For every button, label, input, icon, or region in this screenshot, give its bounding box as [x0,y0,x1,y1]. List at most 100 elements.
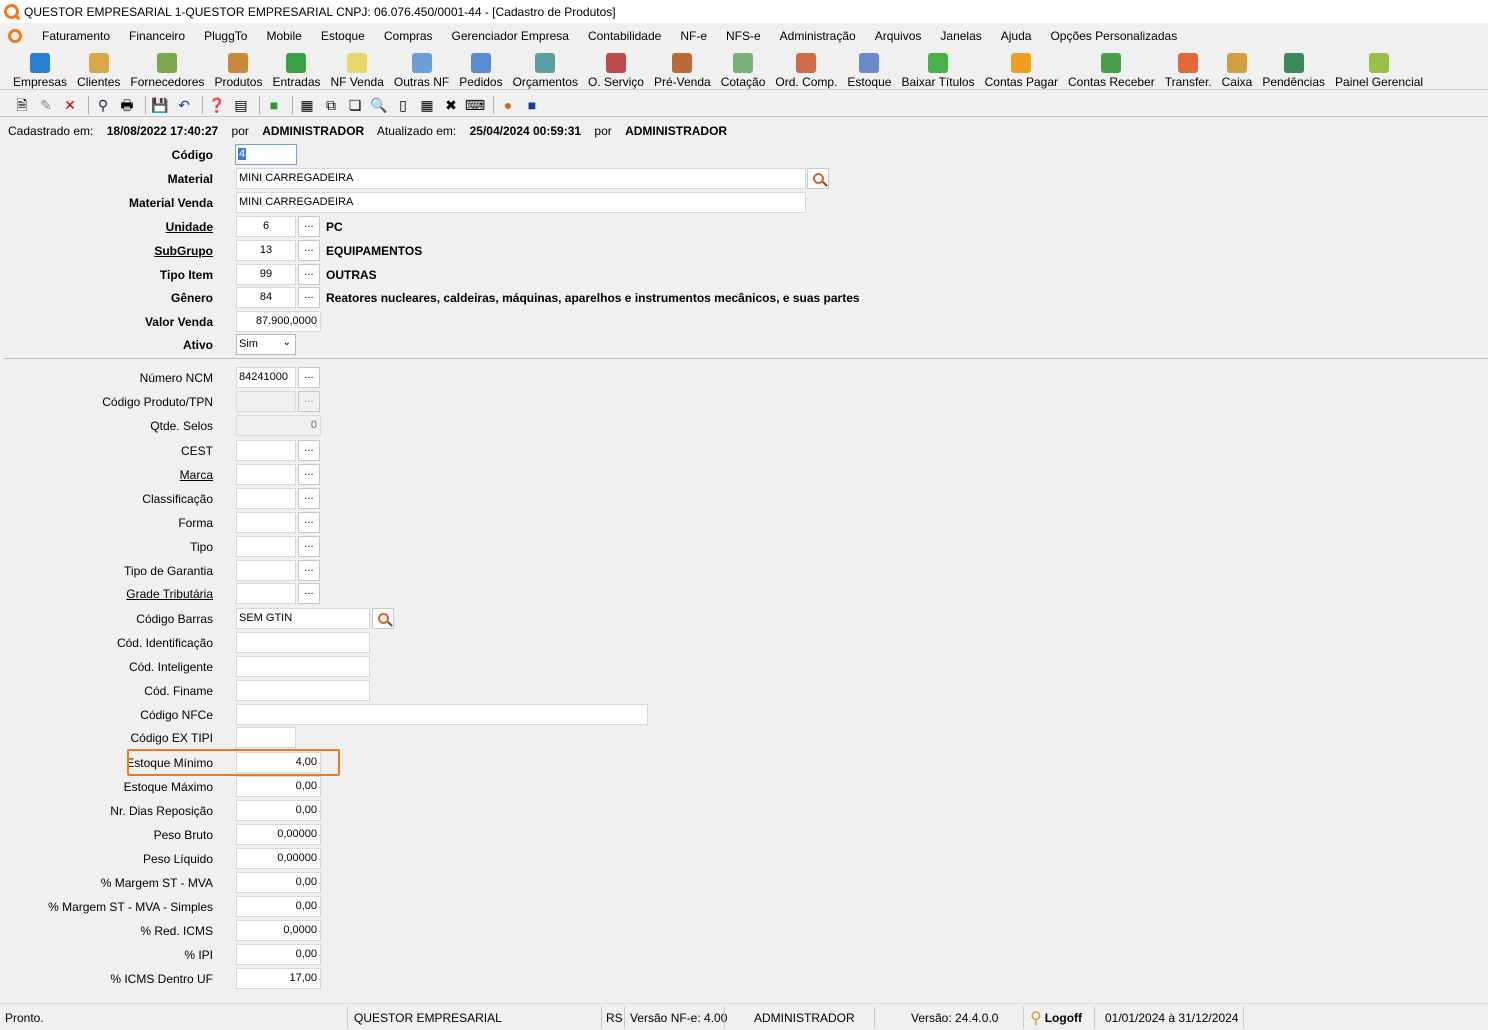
toolbar-button-ord-comp-[interactable]: Ord. Comp. [770,51,842,89]
copy-record-icon[interactable]: ⧉ [321,95,341,115]
menu-administracao[interactable]: Administração [770,29,865,43]
toolbar-button-contas-pagar[interactable]: Contas Pagar [980,51,1063,89]
tipo-garantia-lookup-button[interactable]: ... [298,560,320,581]
toolbar-button-pr-venda[interactable]: Pré-Venda [649,51,716,89]
cod-inteligente-field[interactable] [236,656,370,677]
toolbar-button-pend-ncias[interactable]: Pendências [1257,51,1330,89]
tipo-lookup-button[interactable]: ... [298,536,320,557]
delete-record-icon[interactable]: ✕ [60,95,80,115]
menu-nfse[interactable]: NFS-e [716,29,770,43]
grade-tributaria-lookup-button[interactable]: ... [298,583,320,604]
codigo-produto-tpn-lookup-button[interactable]: ... [298,391,320,412]
toolbar-button-nf-venda[interactable]: NF Venda [326,51,389,89]
toolbar-button-cota-o[interactable]: Cotação [716,51,771,89]
tipo-item-lookup-button[interactable]: ... [298,264,320,285]
menu-pluggto[interactable]: PluggTo [194,29,256,43]
calculator-icon[interactable]: ▦ [417,95,437,115]
menu-opcoes-personalizadas[interactable]: Opções Personalizadas [1040,29,1186,43]
toolbar-button-entradas[interactable]: Entradas [267,51,325,89]
toolbar-button-transfer-[interactable]: Transfer. [1160,51,1217,89]
menu-gerenciador-empresa[interactable]: Gerenciador Empresa [442,29,578,43]
codigo-ex-tipi-field[interactable] [236,727,296,748]
material-venda-field[interactable]: MINI CARREGADEIRA [236,192,806,213]
classificacao-lookup-button[interactable]: ... [298,488,320,509]
menu-faturamento[interactable]: Faturamento [32,29,119,43]
unidade-label[interactable]: Unidade [166,220,213,234]
codigo-barras-field[interactable]: SEM GTIN [236,608,370,629]
green-dot-icon[interactable]: ■ [264,95,284,115]
new-record-icon[interactable]: 🗎 [12,95,32,115]
cest-lookup-button[interactable]: ... [298,440,320,461]
subgrupo-field[interactable]: 13 [236,240,296,261]
margem-st-mva-field[interactable]: 0,00 [236,872,321,893]
forma-lookup-button[interactable]: ... [298,512,320,533]
ativo-select[interactable]: Sim ⌄ [236,334,296,355]
toolbar-button-contas-receber[interactable]: Contas Receber [1063,51,1160,89]
toolbar-button-fornecedores[interactable]: Fornecedores [125,51,209,89]
form-view-icon[interactable]: ▤ [231,95,251,115]
valor-venda-field[interactable]: 87.900,0000 [236,311,321,332]
marca-field[interactable] [236,464,296,485]
marca-label[interactable]: Marca [180,468,213,482]
codigo-barras-search-button[interactable] [372,608,394,629]
numero-ncm-lookup-button[interactable]: ... [298,367,320,388]
material-field[interactable]: MINI CARREGADEIRA [236,168,806,189]
menu-ajuda[interactable]: Ajuda [991,29,1041,43]
barcode-icon[interactable]: ▯ [393,95,413,115]
peso-bruto-field[interactable]: 0,00000 [236,824,321,845]
toolbar-button-caixa[interactable]: Caixa [1217,51,1258,89]
toolbar-button-baixar-t-tulos[interactable]: Baixar Títulos [896,51,979,89]
layout-menu-icon[interactable]: ▦ [297,95,317,115]
toolbar-button-painel-gerencial[interactable]: Painel Gerencial [1330,51,1428,89]
codigo-nfce-field[interactable] [236,704,648,725]
print-icon[interactable]: 🖶 [117,95,137,115]
toolbar-button-or-amentos[interactable]: Orçamentos [508,51,583,89]
menu-nfe[interactable]: NF-e [670,29,716,43]
book-icon[interactable]: ■ [522,95,542,115]
genero-lookup-button[interactable]: ... [298,287,320,308]
questor-menu-icon[interactable] [8,28,22,43]
cest-field[interactable] [236,440,296,461]
subgrupo-label[interactable]: SubGrupo [154,244,213,258]
toolbar-button-empresas[interactable]: Empresas [8,51,72,89]
estoque-maximo-field[interactable]: 0,00 [236,776,321,797]
marca-lookup-button[interactable]: ... [298,464,320,485]
menu-janelas[interactable]: Janelas [930,29,990,43]
menu-compras[interactable]: Compras [374,29,442,43]
logoff-button[interactable]: ⚲ Logoff [1030,1004,1082,1030]
user-icon[interactable]: ● [498,95,518,115]
numero-ncm-field[interactable]: 84241000 [236,367,296,388]
grade-tributaria-label[interactable]: Grade Tributária [126,587,213,601]
ipi-field[interactable]: 0,00 [236,944,321,965]
toolbar-button-pedidos[interactable]: Pedidos [454,51,507,89]
margem-st-mva-simples-field[interactable]: 0,00 [236,896,321,917]
subgrupo-lookup-button[interactable]: ... [298,240,320,261]
tipo-garantia-field[interactable] [236,560,296,581]
edit-record-icon[interactable]: ✎ [36,95,56,115]
unidade-field[interactable]: 6 [236,216,296,237]
material-search-button[interactable] [807,168,829,189]
help-icon[interactable]: ❓ [207,95,227,115]
cod-identificacao-field[interactable] [236,632,370,653]
toolbar-button-estoque[interactable]: Estoque [842,51,896,89]
toolbar-button-clientes[interactable]: Clientes [72,51,125,89]
find-icon[interactable]: ⚲ [93,95,113,115]
menu-arquivos[interactable]: Arquivos [865,29,931,43]
duplicate-icon[interactable]: ❏ [345,95,365,115]
tipo-field[interactable] [236,536,296,557]
menu-contabilidade[interactable]: Contabilidade [578,29,670,43]
tools-icon[interactable]: ✖ [441,95,461,115]
grade-tributaria-field[interactable] [236,583,296,604]
red-icms-field[interactable]: 0,0000 [236,920,321,941]
menu-financeiro[interactable]: Financeiro [119,29,194,43]
toolbar-button-outras-nf[interactable]: Outras NF [389,51,454,89]
icms-dentro-uf-field[interactable]: 17,00 [236,968,321,989]
cod-finame-field[interactable] [236,680,370,701]
tipo-item-field[interactable]: 99 [236,264,296,285]
toolbar-button-o-servi-o[interactable]: O. Serviço [583,51,649,89]
genero-field[interactable]: 84 [236,287,296,308]
menu-estoque[interactable]: Estoque [311,29,374,43]
unidade-lookup-button[interactable]: ... [298,216,320,237]
search-icon[interactable]: 🔍 [369,95,389,115]
peso-liquido-field[interactable]: 0,00000 [236,848,321,869]
